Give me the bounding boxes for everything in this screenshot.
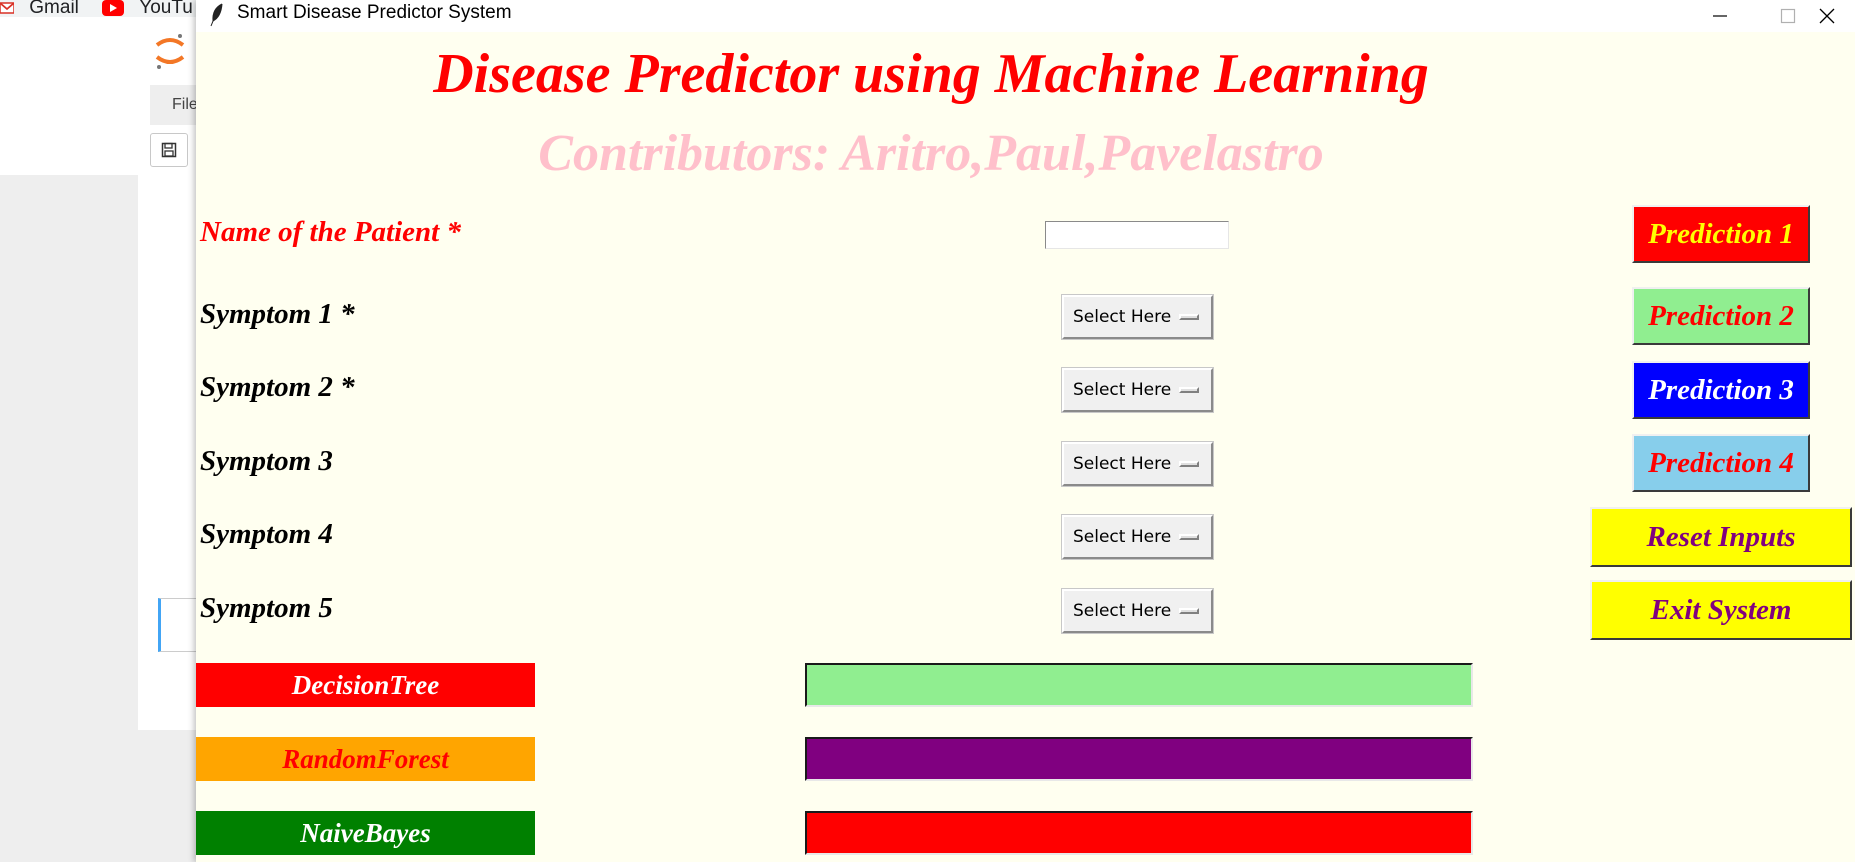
decision-tree-result (805, 663, 1473, 707)
patient-name-label: Name of the Patient * (200, 216, 461, 248)
maximize-icon (1780, 8, 1796, 24)
feather-icon (210, 3, 223, 27)
disease-predictor-window: Smart Disease Predictor System Disease P… (196, 0, 1855, 862)
symptom-4-label: Symptom 4 (200, 518, 333, 550)
prediction-2-button[interactable]: Prediction 2 (1632, 287, 1810, 345)
symptom-2-label: Symptom 2 * (200, 371, 355, 403)
symptom-3-label: Symptom 3 (200, 445, 333, 477)
jupyter-logo-icon (155, 34, 185, 69)
patient-name-input[interactable] (1045, 221, 1229, 249)
exit-system-button[interactable]: Exit System (1590, 580, 1852, 640)
prediction-4-button[interactable]: Prediction 4 (1632, 434, 1810, 492)
symptom-2-select[interactable]: Select Here (1061, 367, 1214, 413)
dropdown-indicator-icon (1179, 534, 1199, 540)
page-title: Disease Predictor using Machine Learning (433, 43, 1429, 105)
close-icon (1819, 8, 1835, 24)
random-forest-label: RandomForest (196, 737, 535, 781)
symptom-1-selected-value: Select Here (1073, 307, 1172, 327)
minimize-icon (1713, 15, 1727, 17)
contributors-subtitle: Contributors: Aritro,Paul,Pavelastro (538, 125, 1324, 182)
close-button[interactable] (1799, 0, 1855, 32)
symptom-1-label: Symptom 1 * (200, 298, 355, 330)
window-titlebar[interactable]: Smart Disease Predictor System (196, 0, 1855, 32)
symptom-5-selected-value: Select Here (1073, 601, 1172, 621)
save-icon (161, 142, 177, 158)
background-app-header (0, 17, 200, 86)
symptom-3-select[interactable]: Select Here (1061, 441, 1214, 487)
save-button[interactable] (150, 133, 188, 167)
background-notebook-cell[interactable] (158, 598, 200, 652)
reset-inputs-button[interactable]: Reset Inputs (1590, 507, 1852, 567)
bookmark-youtube-label: YouTu (139, 0, 193, 18)
symptom-3-selected-value: Select Here (1073, 454, 1172, 474)
prediction-1-button[interactable]: Prediction 1 (1632, 205, 1810, 263)
symptom-5-select[interactable]: Select Here (1061, 588, 1214, 634)
gmail-icon (0, 2, 14, 14)
dropdown-indicator-icon (1179, 608, 1199, 614)
random-forest-result (805, 737, 1473, 781)
dropdown-indicator-icon (1179, 314, 1199, 320)
symptom-5-label: Symptom 5 (200, 592, 333, 624)
browser-bookmarks-bar: Gmail YouTu (0, 0, 200, 18)
symptom-1-select[interactable]: Select Here (1061, 294, 1214, 340)
dropdown-indicator-icon (1179, 387, 1199, 393)
youtube-icon (102, 0, 124, 16)
symptom-4-select[interactable]: Select Here (1061, 514, 1214, 560)
symptom-4-selected-value: Select Here (1073, 527, 1172, 547)
naive-bayes-result (805, 811, 1473, 855)
window-title: Smart Disease Predictor System (237, 2, 512, 23)
bookmark-gmail-label: Gmail (29, 0, 79, 18)
minimize-button[interactable] (1692, 0, 1748, 32)
symptom-2-selected-value: Select Here (1073, 380, 1172, 400)
decision-tree-label: DecisionTree (196, 663, 535, 707)
dropdown-indicator-icon (1179, 461, 1199, 467)
naive-bayes-label: NaiveBayes (196, 811, 535, 855)
prediction-3-button[interactable]: Prediction 3 (1632, 361, 1810, 419)
